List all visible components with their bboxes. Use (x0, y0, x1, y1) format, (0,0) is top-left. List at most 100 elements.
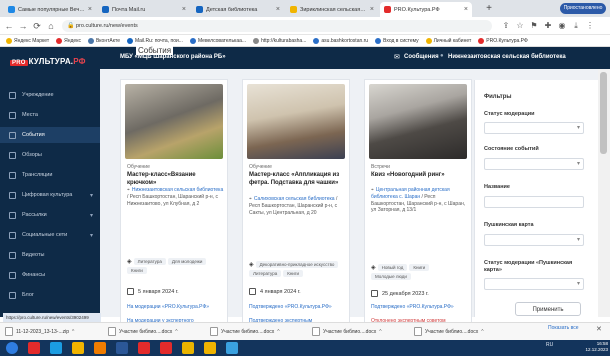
event-tag[interactable]: Книги (283, 270, 303, 277)
filter-pushkin-select[interactable]: ▾ (484, 234, 584, 246)
sidebar-item[interactable]: События (0, 127, 100, 143)
event-card[interactable]: Обучение Мастер-класс «Аппликация из фетр… (242, 79, 350, 327)
system-clock[interactable]: 16:58 12.12.2023 (578, 341, 608, 353)
sidebar-item[interactable]: Финансы (0, 267, 100, 283)
event-image[interactable] (247, 84, 345, 159)
event-tag[interactable]: Литература (133, 258, 166, 265)
puzzle-icon[interactable]: ✚ (542, 20, 554, 32)
media-player-icon[interactable] (94, 342, 106, 354)
event-tag[interactable]: Для молодежи (167, 258, 207, 265)
bookmark-item[interactable]: Мевелсователькаа... (189, 37, 246, 44)
event-title[interactable]: Мастер-класс «Аппликация из фетра. Подст… (249, 172, 345, 187)
bookmark-item[interactable]: Вход в систему (375, 37, 419, 44)
reload-icon[interactable]: ⟳ (31, 20, 43, 32)
sidebar-item[interactable]: Обзоры (0, 147, 100, 163)
apply-filters-button[interactable]: Применить (515, 302, 581, 316)
tab-close-icon[interactable]: × (276, 6, 280, 13)
bookmark-item[interactable]: ВконтАкте (87, 37, 120, 44)
download-item[interactable]: Участие библио....docx ^ (414, 327, 484, 336)
event-place-link[interactable]: Центральная районная детская библиотека … (371, 187, 450, 200)
filter-pushkin-moderation-select[interactable]: ▾ (484, 278, 584, 290)
new-tab-button[interactable]: + (482, 3, 496, 15)
download-item[interactable]: Участие библио....docx ^ (312, 327, 382, 336)
event-tag[interactable]: Книги (127, 267, 147, 274)
minimize-icon[interactable] (556, 0, 578, 17)
ie-icon[interactable] (50, 342, 62, 354)
opera-icon[interactable] (138, 342, 150, 354)
start-orb-icon[interactable] (6, 342, 18, 354)
filter-moderation-select[interactable]: ▾ (484, 122, 584, 134)
paint-icon[interactable] (226, 342, 238, 354)
system-tray-lang[interactable]: RU (546, 342, 553, 348)
download-item[interactable]: Участие библио....docx ^ (108, 327, 178, 336)
event-image[interactable] (369, 84, 467, 159)
url-bar[interactable]: 🔒 pro.culture.ru/new/events (62, 20, 492, 32)
event-image[interactable] (125, 84, 223, 159)
browser-tab[interactable]: Самые популярные Вечный эл× (4, 2, 96, 17)
filter-event-status-select[interactable]: ▾ (484, 158, 584, 170)
event-card[interactable]: Обучение Мастер-класс«Вязание крючком» ⌖ Ни… (120, 79, 228, 327)
show-all-downloads-link[interactable]: Показать все (548, 325, 579, 331)
extensions-icon[interactable]: ⚑ (528, 20, 540, 32)
bookmark-item[interactable]: asu.bashkortostan.ru (313, 37, 368, 44)
tab-close-icon[interactable]: × (464, 6, 468, 13)
home-icon[interactable]: ⌂ (45, 20, 57, 32)
event-tag[interactable]: Молодые люди (371, 273, 411, 280)
bookmark-item[interactable]: http://kulturabasha... (253, 37, 306, 44)
event-title[interactable]: Квиз «Новогодний ринг» (371, 172, 467, 180)
messages-link[interactable]: Сообщения (404, 54, 439, 60)
event-place-link[interactable]: Нижнезаитовская сельская библиотека (132, 187, 223, 193)
sidebar-item[interactable]: Места (0, 107, 100, 123)
sidebar-item[interactable]: Видеоты (0, 247, 100, 263)
chevron-up-icon[interactable]: ^ (481, 329, 483, 335)
event-tag[interactable]: Декоративно-прикладное искусство (255, 261, 339, 268)
bookmark-item[interactable]: Личный кабинет (425, 37, 471, 44)
event-tag[interactable]: Новый год (377, 264, 408, 271)
bookmark-item[interactable]: PRO.Культура.РФ (478, 37, 528, 44)
chevron-up-icon[interactable]: ^ (277, 329, 279, 335)
yandex-icon[interactable] (160, 342, 172, 354)
close-icon[interactable]: ✕ (596, 325, 602, 333)
menu-icon[interactable]: ⋮ (584, 20, 596, 32)
tab-close-icon[interactable]: × (370, 6, 374, 13)
event-tag[interactable]: Литература (249, 270, 282, 277)
bookmark-item[interactable]: Яндекс (56, 37, 81, 44)
chevron-up-icon[interactable]: ^ (379, 329, 381, 335)
forward-icon[interactable]: → (17, 20, 29, 32)
chrome-icon[interactable] (182, 342, 194, 354)
bookmark-star-icon[interactable]: ☆ (514, 20, 526, 32)
sidebar-item[interactable]: Трансляции (0, 167, 100, 183)
share-icon[interactable]: ⇪ (500, 20, 512, 32)
browser-tab[interactable]: Зириклинская сельская модел× (286, 2, 378, 17)
bookmark-item[interactable]: Яндекс Маркет (6, 37, 49, 44)
download-item[interactable]: 11-12-2023_13-13-...zip ^ (5, 327, 74, 336)
user-org-menu[interactable]: Нижнезаитовская сельская библиотека (448, 54, 566, 60)
browser-tab[interactable]: Детская библиотека × (192, 2, 284, 17)
download-item[interactable]: Участие библио....docx ^ (210, 327, 280, 336)
back-icon[interactable]: ← (3, 20, 15, 32)
sidebar-item[interactable]: Учреждение (0, 87, 100, 103)
profile-icon[interactable]: ◉ (556, 20, 568, 32)
photo-icon[interactable] (204, 342, 216, 354)
browser-tab[interactable]: Почта Mail.ru × (98, 2, 190, 17)
tab-close-icon[interactable]: × (88, 6, 92, 13)
sidebar-item[interactable]: Блог (0, 287, 100, 303)
explorer-icon[interactable] (72, 342, 84, 354)
chevron-up-icon[interactable]: ^ (175, 329, 177, 335)
filter-name-input[interactable] (484, 196, 584, 208)
event-place-link[interactable]: Салиховская сельская библиотека (254, 196, 335, 202)
event-title[interactable]: Мастер-класс«Вязание крючком» (127, 172, 223, 187)
sidebar-item[interactable]: Социальные сети ▾ (0, 227, 100, 243)
tab-close-icon[interactable]: × (182, 6, 186, 13)
sidebar-item[interactable]: Рассылки ▾ (0, 207, 100, 223)
word-icon[interactable] (116, 342, 128, 354)
bookmark-item[interactable]: Mail.Ru: почта, пои... (126, 37, 183, 44)
event-tag[interactable]: Книги (409, 264, 430, 271)
download-icon[interactable]: ⤓ (570, 20, 582, 32)
event-card[interactable]: Встречи Квиз «Новогодний ринг» ⌖ Центральна… (364, 79, 472, 331)
page-scrollbar-thumb[interactable] (600, 72, 607, 154)
yandex-browser-icon[interactable] (28, 342, 40, 354)
sidebar-item[interactable]: Цифровая культура ▾ (0, 187, 100, 203)
browser-tab[interactable]: PRO.Культура.РФ × (380, 2, 472, 17)
app-logo[interactable]: PRO КУЛЬТУРА.РФ (10, 57, 86, 66)
